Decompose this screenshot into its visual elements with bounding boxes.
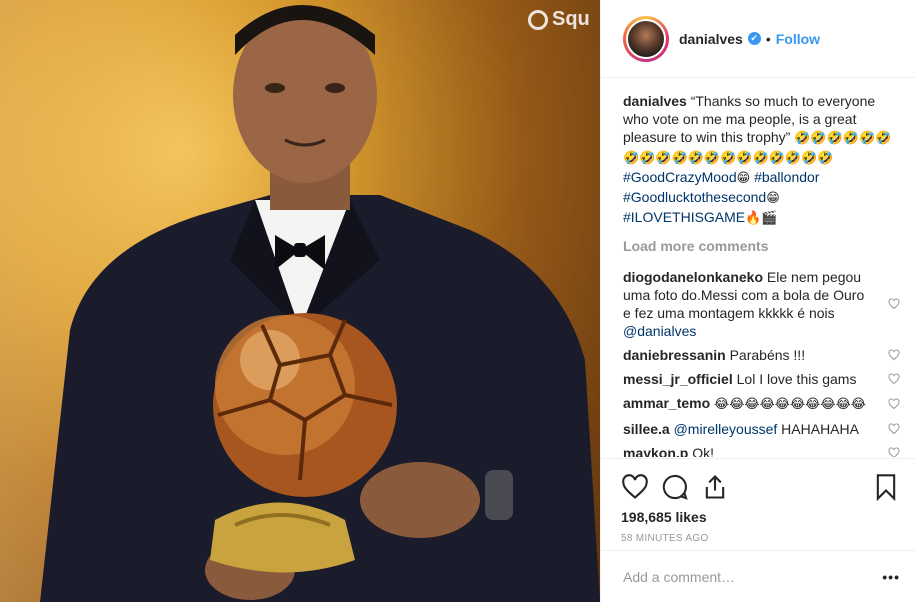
follow-button[interactable]: Follow [776,31,820,47]
like-heart-icon[interactable] [621,473,649,501]
hashtag-goodcrazymood[interactable]: #GoodCrazyMood [623,169,737,185]
comment-row: ammar_temo 😂😂😂😂😂😂😂😂😂😂 [623,394,900,414]
comment-text: 😂😂😂😂😂😂😂😂😂😂 [714,397,866,412]
heart-icon[interactable] [888,423,900,435]
comment-body: ammar_temo 😂😂😂😂😂😂😂😂😂😂 [623,394,873,414]
comment-body: messi_jr_officiel Lol I love this gams [623,370,873,388]
hashtag-goodlucktothesecond[interactable]: #Goodlucktothesecond [623,189,766,205]
caption-username[interactable]: danialves [623,93,687,109]
post-photo[interactable]: Squ [0,0,600,602]
comment-row: messi_jr_officiel Lol I love this gams [623,370,900,388]
comment-username[interactable]: daniebressanin [623,347,726,363]
share-icon[interactable] [701,473,729,501]
heart-icon[interactable] [888,373,900,385]
comment-body: daniebressanin Parabéns !!! [623,346,873,364]
post-timestamp[interactable]: 58 MINUTES AGO [621,533,900,544]
comment-text: HAHAHAHA [781,421,859,437]
watermark-text: Squ [552,8,590,30]
comment-text: Parabéns !!! [729,347,806,363]
comments-list[interactable]: danialves “Thanks so much to everyone wh… [601,79,915,457]
separator-dot: • [765,30,771,47]
caption-emoji-2: 😁 [736,171,751,186]
caption-emoji-3: 😁 [766,191,780,206]
caption: danialves “Thanks so much to everyone wh… [623,92,900,228]
comment-row: maykon.p Ok! [623,444,900,457]
heart-icon[interactable] [888,298,900,310]
comment-text: Ok! [692,445,715,457]
hashtag-ilovethisgame[interactable]: #ILOVETHISGAME [623,209,745,225]
verified-icon: ✔ [747,32,761,45]
comment-username[interactable]: maykon.p [623,445,688,457]
comment-body: sillee.a @mirelleyoussef HAHAHAHA [623,420,873,438]
hashtag-ballondor[interactable]: #ballondor [754,169,819,185]
post-actions: 198,685 likes 58 MINUTES AGO [601,458,915,544]
likes-count[interactable]: 198,685 likes [621,509,900,525]
comment-row: diogodanelonkaneko Ele nem pegou uma fot… [623,268,900,340]
comment-mention[interactable]: @mirelleyoussef [674,421,778,437]
post-sidebar: danialves ✔ • Follow danialves “Thanks s… [600,0,915,602]
avatar-image [626,18,666,59]
comment-username[interactable]: diogodanelonkaneko [623,269,763,285]
bookmark-icon[interactable] [872,473,900,501]
action-icons [621,467,900,507]
watermark-logo-icon [528,9,548,30]
comment-username[interactable]: sillee.a [623,421,670,437]
comment-text: Lol I love this gams [736,371,857,387]
comment-body: diogodanelonkaneko Ele nem pegou uma fot… [623,268,873,340]
add-comment-bar: Add a comment… ••• [601,550,915,602]
add-comment-input[interactable]: Add a comment… [623,569,882,585]
more-options-icon[interactable]: ••• [882,569,900,585]
heart-icon[interactable] [888,349,900,361]
load-more-comments-button[interactable]: Load more comments [623,238,900,254]
avatar[interactable] [623,15,669,62]
comment-mention[interactable]: @danialves [623,323,696,339]
photo-illustration [40,5,600,602]
comment-row: sillee.a @mirelleyoussef HAHAHAHA [623,420,900,438]
heart-icon[interactable] [888,447,900,457]
comment-row: daniebressanin Parabéns !!! [623,346,900,364]
comment-body: maykon.p Ok! [623,444,873,457]
watermark: Squ [528,8,590,31]
comment-username[interactable]: messi_jr_officiel [623,371,733,387]
comment-bubble-icon[interactable] [661,473,689,501]
post-header: danialves ✔ • Follow [601,0,915,78]
header-username[interactable]: danialves [679,31,743,47]
comment-username[interactable]: ammar_temo [623,395,710,411]
caption-emoji-4: 🔥🎬 [745,211,778,226]
heart-icon[interactable] [888,398,900,410]
